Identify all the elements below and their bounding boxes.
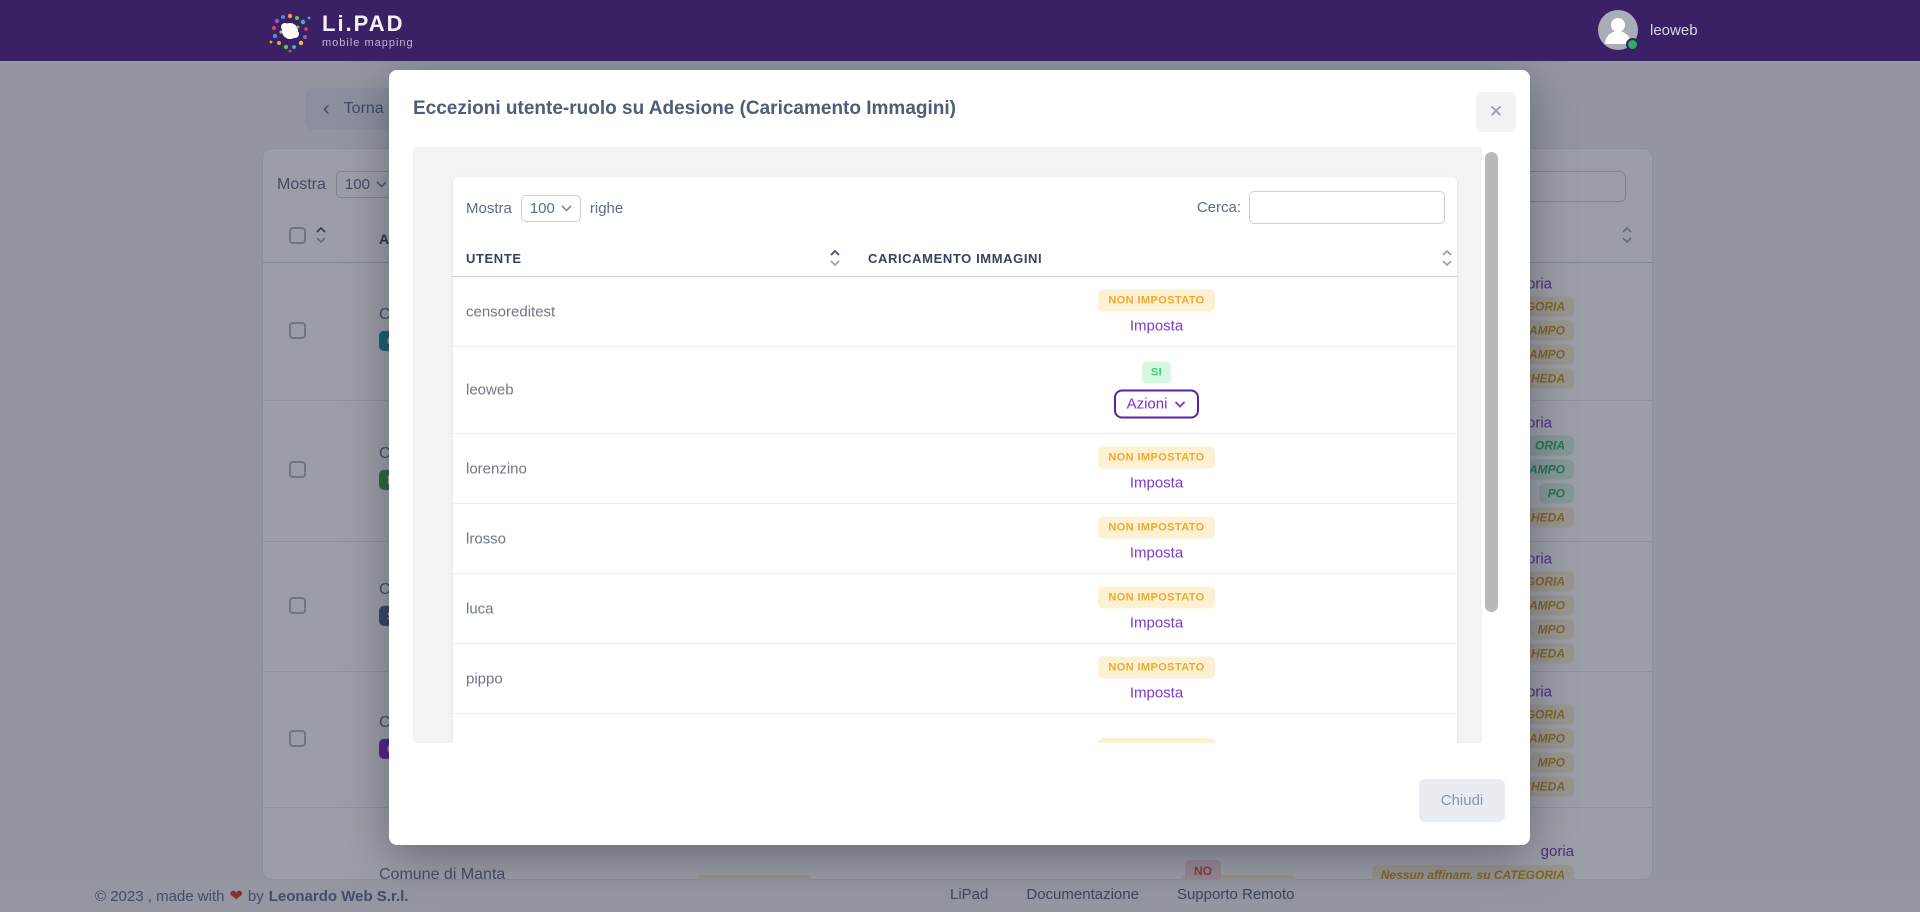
chevron-down-icon — [561, 205, 572, 212]
modal-title: Eccezioni utente-ruolo su Adesione (Cari… — [413, 98, 956, 120]
table-row: pippo NON IMPOSTATO Imposta — [453, 644, 1457, 714]
table-row: luca NON IMPOSTATO Imposta — [453, 574, 1457, 644]
status-cell: NON IMPOSTATO Imposta — [868, 586, 1445, 631]
table-row: leoweb SI Azioni — [453, 347, 1457, 434]
status-cell: SI Azioni — [868, 362, 1445, 419]
column-header-caricamento[interactable]: CARICAMENTO IMMAGINI — [868, 251, 1042, 266]
status-cell: NON IMPOSTATO Imposta — [868, 289, 1445, 334]
status-badge: SI — [1142, 362, 1171, 384]
username: leoweb — [1650, 22, 1698, 39]
table-row: censoreditest NON IMPOSTATO Imposta — [453, 277, 1457, 347]
status-cell: NON IMPOSTATO Imposta — [868, 656, 1445, 701]
azioni-dropdown-button[interactable]: Azioni — [1114, 390, 1200, 419]
user-cell: lorenzino — [466, 460, 527, 477]
scrollbar-thumb[interactable] — [1485, 152, 1498, 612]
modal-table-header: UTENTE CARICAMENTO IMMAGINI — [453, 243, 1457, 277]
righe-label: righe — [590, 200, 623, 217]
modal-table-rows: censoreditest NON IMPOSTATO Imposta leow… — [453, 277, 1457, 743]
chiudi-button[interactable]: Chiudi — [1419, 779, 1505, 822]
status-cell: NON IMPOSTATO Imposta — [868, 446, 1445, 491]
mostra-label: Mostra — [466, 200, 512, 217]
lipad-logo-icon — [267, 8, 313, 54]
close-icon[interactable]: ✕ — [1476, 92, 1516, 132]
sort-icon[interactable] — [1441, 247, 1453, 269]
user-cell: censoreditest — [466, 303, 555, 320]
page-size-select[interactable]: 100 — [521, 195, 581, 222]
user-cell: test — [466, 740, 490, 743]
user-cell: pippo — [466, 670, 503, 687]
status-cell: NON IMPOSTATO — [868, 738, 1445, 744]
logo-title: Li.PAD — [322, 13, 414, 35]
status-badge: NON IMPOSTATO — [1098, 656, 1214, 678]
user-cell: lrosso — [466, 530, 506, 547]
cerca-label: Cerca: — [1197, 199, 1241, 216]
user-cell: leoweb — [466, 382, 514, 399]
imposta-link[interactable]: Imposta — [1130, 317, 1183, 334]
logo-subtitle: mobile mapping — [322, 37, 414, 49]
status-cell: NON IMPOSTATO Imposta — [868, 516, 1445, 561]
sort-icon[interactable] — [829, 247, 841, 269]
table-row: lorenzino NON IMPOSTATO Imposta — [453, 434, 1457, 504]
status-badge: NON IMPOSTATO — [1098, 516, 1214, 538]
scrollbar-track[interactable] — [1482, 147, 1500, 743]
imposta-link[interactable]: Imposta — [1130, 544, 1183, 561]
chevron-down-icon — [1174, 400, 1186, 408]
user-cell: luca — [466, 600, 494, 617]
table-row: test NON IMPOSTATO — [453, 714, 1457, 743]
search-input[interactable] — [1249, 191, 1445, 224]
status-badge: NON IMPOSTATO — [1098, 446, 1214, 468]
modal-body: Mostra 100 righe Cerca: UTENTE CARICAMEN… — [413, 147, 1500, 743]
status-badge: NON IMPOSTATO — [1098, 586, 1214, 608]
modal-table-card: Mostra 100 righe Cerca: UTENTE CARICAMEN… — [453, 177, 1457, 743]
imposta-link[interactable]: Imposta — [1130, 684, 1183, 701]
imposta-link[interactable]: Imposta — [1130, 474, 1183, 491]
table-row: lrosso NON IMPOSTATO Imposta — [453, 504, 1457, 574]
status-badge: NON IMPOSTATO — [1098, 738, 1214, 744]
eccezioni-modal: Eccezioni utente-ruolo su Adesione (Cari… — [389, 70, 1530, 845]
user-menu[interactable]: leoweb — [1598, 10, 1698, 50]
status-badge: NON IMPOSTATO — [1098, 289, 1214, 311]
avatar — [1598, 10, 1638, 50]
imposta-link[interactable]: Imposta — [1130, 614, 1183, 631]
lipad-logo[interactable]: Li.PAD mobile mapping — [267, 8, 414, 54]
top-navigation-bar: Li.PAD mobile mapping leoweb — [0, 0, 1920, 61]
online-status-dot — [1626, 38, 1639, 51]
column-header-utente[interactable]: UTENTE — [466, 251, 522, 266]
